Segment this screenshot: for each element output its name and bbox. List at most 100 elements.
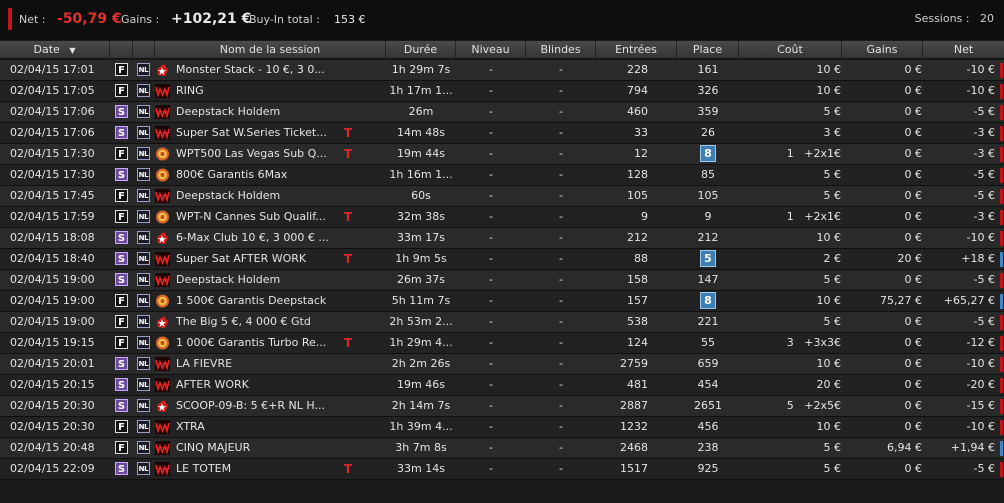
- ticket-icon: T: [343, 210, 353, 224]
- table-row[interactable]: 02/04/15 19:00 F NL 1 500€ Garantis Deepsta…: [0, 291, 1004, 312]
- row-session-name[interactable]: AFTER WORK: [176, 375, 342, 395]
- column-entries[interactable]: Entrées: [596, 41, 677, 58]
- table-row[interactable]: 02/04/15 18:40 S NL Super Sat AFTER WORK T 1h…: [0, 249, 1004, 270]
- row-session-name[interactable]: 1 500€ Garantis Deepstack: [176, 291, 342, 311]
- table-row[interactable]: 02/04/15 17:30 F NL WPT500 Las Vegas Sub Q.…: [0, 144, 1004, 165]
- column-gains[interactable]: Gains: [842, 41, 923, 58]
- table-row[interactable]: 02/04/15 20:48 F NL CINQ MAJEUR 3h 7m 8s - - 24…: [0, 438, 1004, 459]
- row-session-name[interactable]: XTRA: [176, 417, 342, 437]
- row-date: 02/04/15 22:09: [10, 462, 95, 475]
- table-row[interactable]: 02/04/15 19:00 S NL Deepstack Holdem 26m 37s…: [0, 270, 1004, 291]
- net-indicator-bar: [1000, 168, 1003, 183]
- row-gains: 0 €: [904, 168, 923, 181]
- game-type-badge: NL: [137, 105, 150, 118]
- row-session-name[interactable]: Deepstack Holdem: [176, 102, 342, 122]
- row-session-name[interactable]: 6-Max Club 10 €, 3 000 € ...: [176, 228, 342, 248]
- row-session-name[interactable]: Deepstack Holdem: [176, 186, 342, 206]
- row-session-name[interactable]: Deepstack Holdem: [176, 270, 342, 290]
- row-session-name[interactable]: CINQ MAJEUR: [176, 438, 342, 458]
- row-duration: 1h 39m 4...: [389, 420, 453, 433]
- table-row[interactable]: 02/04/15 17:45 F NL Deepstack Holdem 60s - - 10…: [0, 186, 1004, 207]
- chip-icon: [156, 294, 169, 308]
- row-entries: 794: [627, 84, 648, 97]
- column-place[interactable]: Place: [677, 41, 739, 58]
- chip-icon: [156, 147, 169, 161]
- row-session-name[interactable]: 1 000€ Garantis Turbo Re...: [176, 333, 342, 353]
- row-session-name[interactable]: LA FIEVRE: [176, 354, 342, 374]
- row-session-name[interactable]: WPT500 Las Vegas Sub Q...: [176, 144, 342, 164]
- table-row[interactable]: 02/04/15 17:06 S NL Deepstack Holdem 26m - - 46…: [0, 102, 1004, 123]
- table-row[interactable]: 02/04/15 20:30 F NL XTRA 1h 39m 4... - - 1232 45…: [0, 417, 1004, 438]
- row-duration: 26m: [408, 105, 434, 118]
- row-entries: 228: [627, 63, 648, 76]
- chip-icon: [156, 168, 169, 182]
- row-session-name[interactable]: 800€ Garantis 6Max: [176, 165, 342, 185]
- row-level: -: [489, 168, 493, 181]
- table-row[interactable]: 02/04/15 17:06 S NL Super Sat W.Series Tick…: [0, 123, 1004, 144]
- table-row[interactable]: 02/04/15 19:00 F NL The Big 5 €, 4 000 € Gt…: [0, 312, 1004, 333]
- row-date: 02/04/15 17:06: [10, 126, 95, 139]
- column-session-name[interactable]: Nom de la session: [155, 41, 386, 58]
- table-row[interactable]: 02/04/15 18:08 S NL 6-Max Club 10 €, 3 000 …: [0, 228, 1004, 249]
- row-place: 8: [677, 144, 739, 164]
- row-date: 02/04/15 17:01: [10, 63, 95, 76]
- row-blinds: -: [559, 462, 563, 475]
- row-session-name[interactable]: LE TOTEM: [176, 459, 342, 479]
- table-row[interactable]: 02/04/15 17:30 S NL 800€ Garantis 6Max 1h 16…: [0, 165, 1004, 186]
- row-session-name[interactable]: Super Sat AFTER WORK: [176, 249, 342, 269]
- row-session-name[interactable]: Super Sat W.Series Ticket...: [176, 123, 342, 143]
- row-duration: 33m 14s: [397, 462, 445, 475]
- row-cost: 20 €: [816, 378, 842, 391]
- row-entries: 481: [627, 378, 648, 391]
- column-level[interactable]: Niveau: [456, 41, 526, 58]
- row-entries: 2468: [620, 441, 648, 454]
- row-cost: 10 €: [816, 84, 842, 97]
- table-row[interactable]: 02/04/15 17:01 F NL Monster Stack - 10 €, 3…: [0, 60, 1004, 81]
- format-badge: F: [115, 315, 128, 328]
- column-net[interactable]: Net: [923, 41, 1004, 58]
- row-blinds: -: [559, 210, 563, 223]
- ticket-icon: T: [343, 336, 353, 350]
- row-gains: 0 €: [904, 420, 923, 433]
- format-badge: S: [115, 273, 128, 286]
- row-blinds: -: [559, 189, 563, 202]
- row-cost: 10 €: [816, 294, 842, 307]
- table-row[interactable]: 02/04/15 20:30 S NL SCOOP-09-B: 5 €+R NL H.…: [0, 396, 1004, 417]
- row-entries: 128: [627, 168, 648, 181]
- net-indicator-bar: [1000, 273, 1003, 288]
- row-session-name[interactable]: RING: [176, 81, 342, 101]
- row-cost: 3 €: [823, 126, 842, 139]
- format-badge: F: [115, 294, 128, 307]
- row-session-name[interactable]: SCOOP-09-B: 5 €+R NL H...: [176, 396, 342, 416]
- column-format[interactable]: [110, 41, 133, 58]
- row-date: 02/04/15 17:06: [10, 105, 95, 118]
- row-date: 02/04/15 17:59: [10, 210, 95, 223]
- row-place: 456: [697, 420, 719, 433]
- column-date[interactable]: Date ▼: [0, 41, 110, 58]
- row-place: 221: [697, 315, 719, 328]
- table-row[interactable]: 02/04/15 20:15 S NL AFTER WORK 19m 46s - - 481 4…: [0, 375, 1004, 396]
- ticket-icon: T: [343, 252, 353, 266]
- table-row[interactable]: 02/04/15 17:59 F NL WPT-N Cannes Sub Qualif…: [0, 207, 1004, 228]
- row-session-name[interactable]: The Big 5 €, 4 000 € Gtd: [176, 312, 342, 332]
- row-cost: 2 €: [823, 252, 842, 265]
- table-row[interactable]: 02/04/15 17:05 F NL RING 1h 17m 1... - - 794 326…: [0, 81, 1004, 102]
- ticket-icon: T: [343, 147, 353, 161]
- table-row[interactable]: 02/04/15 20:01 S NL LA FIEVRE 2h 2m 26s - - 275…: [0, 354, 1004, 375]
- column-duration[interactable]: Durée: [386, 41, 456, 58]
- row-blinds: -: [559, 294, 563, 307]
- net-indicator-bar: [1000, 315, 1003, 330]
- row-session-name[interactable]: Monster Stack - 10 €, 3 0...: [176, 60, 342, 80]
- net-label: Net :: [19, 13, 46, 26]
- row-duration: 3h 7m 8s: [395, 441, 447, 454]
- row-session-name[interactable]: WPT-N Cannes Sub Qualif...: [176, 207, 342, 227]
- table-row[interactable]: 02/04/15 19:15 F NL 1 000€ Garantis Turbo R…: [0, 333, 1004, 354]
- row-duration: 5h 11m 7s: [391, 294, 451, 307]
- row-date: 02/04/15 20:30: [10, 399, 95, 412]
- row-net: -5 €: [973, 273, 995, 286]
- table-row[interactable]: 02/04/15 22:09 S NL LE TOTEM T 33m 14s - - 1517 9…: [0, 459, 1004, 480]
- column-cost[interactable]: Coût: [739, 41, 842, 58]
- column-game[interactable]: [133, 41, 155, 58]
- column-blinds[interactable]: Blindes: [526, 41, 596, 58]
- row-level: -: [489, 462, 493, 475]
